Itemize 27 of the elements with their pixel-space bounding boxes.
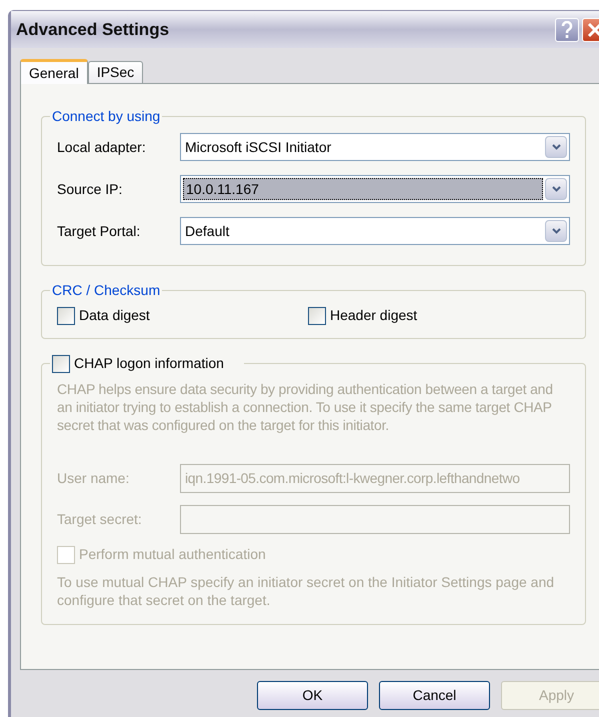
field-label: Target Portal:: [57, 222, 142, 241]
tab[interactable]: IPSec: [88, 61, 144, 83]
field-label: Source IP:: [57, 180, 124, 198]
description-text: CHAP helps ensure data security by providing authentication between a target and an initiator trying to establish a connection. To use it specify the same target CHAP secret that was configured on the target for this initiator.: [57, 380, 554, 434]
window-title: Advanced Settings: [16, 18, 170, 41]
dialog-button[interactable]: Cancel: [379, 681, 490, 710]
field-label: Target secret:: [57, 510, 143, 529]
help-icon[interactable]: [555, 18, 579, 42]
dialog-button[interactable]: OK: [257, 681, 368, 710]
checkbox[interactable]: [308, 306, 326, 324]
checkbox-label: Header digest: [330, 306, 418, 325]
tab[interactable]: General: [20, 59, 88, 84]
dropdown-value: Microsoft iSCSI Initiator: [184, 138, 332, 156]
field-label: User name:: [57, 469, 130, 488]
checkbox[interactable]: [57, 306, 75, 324]
dropdown[interactable]: Default: [180, 217, 570, 245]
note-text: To use mutual CHAP specify an initiator secret on the Initiator Settings page and configure that secret on the target.: [57, 573, 556, 609]
field-label: Local adapter:: [57, 138, 147, 157]
checkbox-label: Perform mutual authentication: [79, 545, 266, 564]
dropdown[interactable]: 10.0.11.167: [180, 175, 570, 203]
dropdown[interactable]: Microsoft iSCSI Initiator: [180, 133, 570, 161]
dropdown-value: 10.0.11.167: [183, 178, 543, 200]
checkbox-label: Data digest: [79, 306, 150, 325]
checkbox-label: CHAP logon information: [74, 354, 224, 373]
group-title: CRC / Checksum: [51, 281, 162, 300]
dropdown-value: Default: [184, 222, 230, 240]
group-title: Connect by using: [51, 107, 162, 126]
